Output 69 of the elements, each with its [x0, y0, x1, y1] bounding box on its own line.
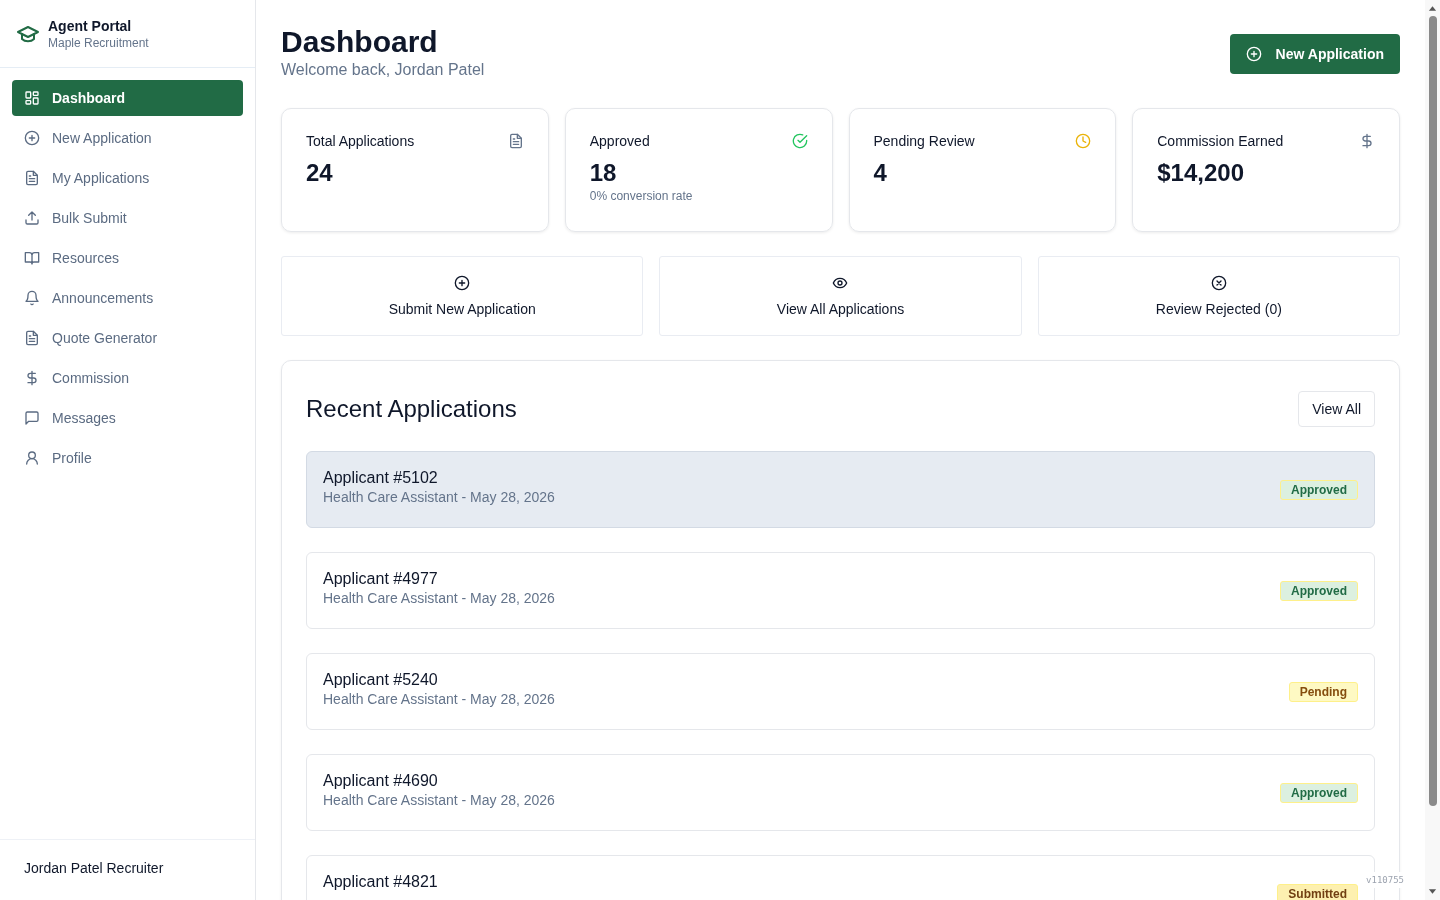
scroll-down-icon[interactable]	[1428, 888, 1437, 896]
application-row[interactable]: Applicant #4977 Health Care Assistant - May 28, 2026 Approved	[306, 552, 1375, 629]
application-row[interactable]: Applicant #5240 Health Care Assistant - May 28, 2026 Pending	[306, 653, 1375, 730]
clock-icon	[1075, 133, 1092, 149]
applicant-name: Applicant #4977	[323, 570, 439, 588]
application-row[interactable]: Applicant #4690 Health Care Assistant - May 28, 2026 Approved	[306, 754, 1375, 831]
nav-item[interactable]: Commission	[12, 360, 243, 396]
x-circle-icon	[1210, 275, 1227, 291]
stat-value: $14,200	[1157, 158, 1245, 188]
document-icon	[507, 133, 524, 149]
grid-icon	[24, 90, 40, 106]
applicant-name: Applicant #5240	[323, 671, 439, 689]
application-detail: Health Care Assistant - May 28, 2026	[323, 489, 555, 505]
stat-label: Commission Earned	[1157, 133, 1284, 149]
plus-circle-icon	[24, 130, 40, 146]
status-badge: Submitted	[1277, 883, 1358, 900]
nav-item[interactable]: Quote Generator	[12, 320, 243, 356]
application-detail: Health Care Assistant - May 28, 2026	[323, 590, 555, 606]
application-row[interactable]: Applicant #5102 Health Care Assistant - May 28, 2026 Approved	[306, 451, 1375, 528]
plus-circle-icon	[1245, 46, 1262, 62]
user-name: Jordan Patel Recruiter	[24, 860, 164, 876]
document-icon	[24, 170, 40, 186]
bell-icon	[24, 290, 40, 306]
dollar-icon	[1359, 133, 1375, 149]
app-title: Agent Portal	[48, 17, 133, 35]
application-detail: Health Care Assistant - May 28, 2026	[323, 792, 555, 808]
applicant-name: Applicant #4821	[323, 873, 438, 891]
document-icon	[24, 330, 40, 346]
quick-action-button[interactable]: Submit New Application	[281, 256, 644, 336]
stat-label: Pending Review	[873, 133, 975, 149]
scroll-up-icon[interactable]	[1428, 4, 1437, 12]
check-circle-icon	[791, 133, 808, 149]
view-all-button[interactable]: View All	[1298, 391, 1375, 427]
plus-circle-icon	[454, 275, 471, 291]
status-badge: Approved	[1280, 782, 1358, 803]
stat-value: 24	[306, 158, 334, 188]
applicant-name: Applicant #5102	[323, 469, 439, 487]
message-icon	[24, 410, 40, 426]
scrollbar[interactable]	[1425, 0, 1440, 900]
nav-item[interactable]: Announcements	[12, 280, 243, 316]
upload-icon	[24, 210, 40, 226]
stat-label: Approved	[589, 133, 650, 149]
app-subtitle: Maple Recruitment	[48, 35, 149, 51]
status-badge: Approved	[1280, 479, 1358, 500]
quick-action-button[interactable]: View All Applications	[659, 256, 1022, 336]
nav-item[interactable]: Messages	[12, 400, 243, 436]
status-badge: Approved	[1280, 580, 1358, 601]
application-detail: Health Care Assistant - May 28, 2026	[323, 691, 555, 707]
stat-label: Total Applications	[306, 133, 415, 149]
stat-note: 0% conversion rate	[589, 189, 694, 203]
stat-value: 18	[589, 158, 618, 188]
nav-item[interactable]: My Applications	[12, 160, 243, 196]
user-icon	[24, 450, 40, 466]
nav-item[interactable]: Resources	[12, 240, 243, 276]
nav-item[interactable]: Dashboard	[12, 80, 243, 116]
eye-icon	[832, 275, 849, 291]
book-icon	[24, 250, 40, 266]
dollar-icon	[24, 370, 40, 386]
quick-action-button[interactable]: Review Rejected (0)	[1037, 256, 1400, 336]
applicant-name: Applicant #4690	[323, 772, 439, 790]
nav-item[interactable]: Profile	[12, 440, 243, 476]
welcome-text: Welcome back, Jordan Patel	[281, 60, 485, 80]
page-title: Dashboard	[281, 24, 439, 60]
nav-item[interactable]: Bulk Submit	[12, 200, 243, 236]
new-application-button[interactable]: New Application	[1229, 34, 1400, 74]
nav-item[interactable]: New Application	[12, 120, 243, 156]
status-badge: Pending	[1288, 681, 1358, 702]
section-title: Recent Applications	[306, 395, 517, 423]
stat-value: 4	[873, 158, 888, 188]
